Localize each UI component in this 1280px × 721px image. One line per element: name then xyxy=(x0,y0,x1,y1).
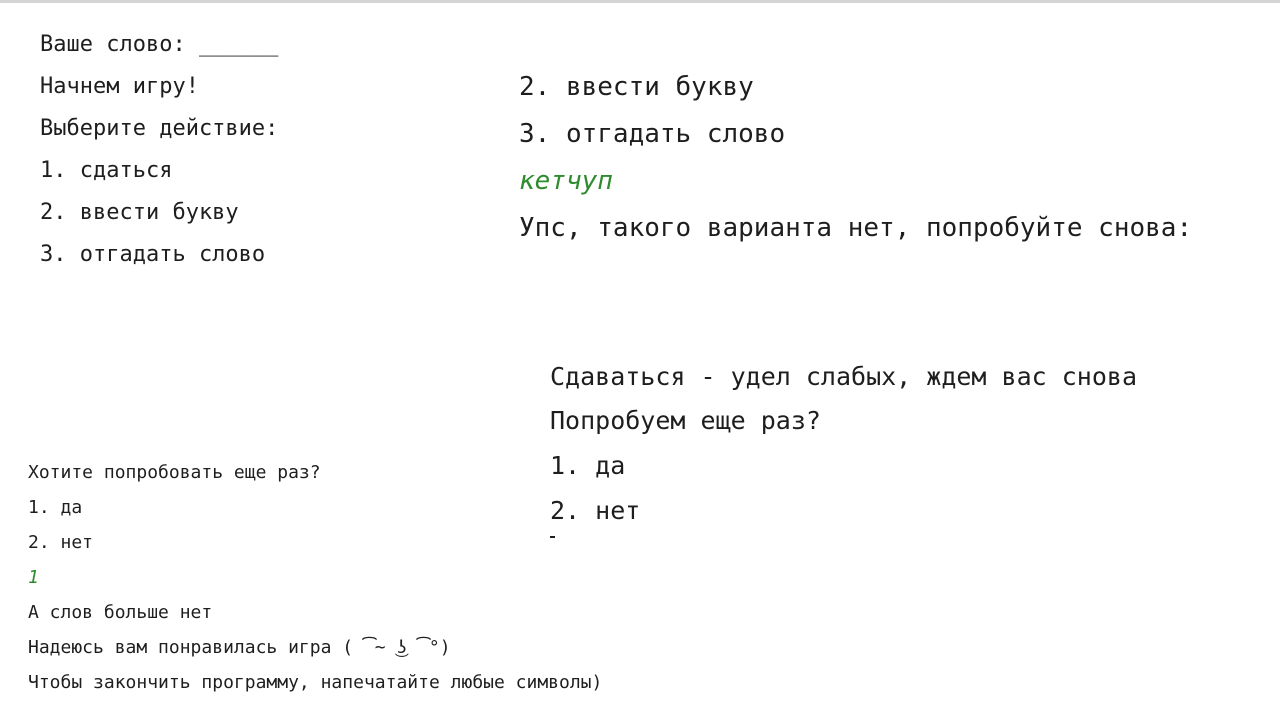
console-line-option-yes: 1. да xyxy=(28,497,83,518)
console-line-give-up-message: Сдаваться - удел слабых, ждем вас снова xyxy=(550,362,1137,391)
console-line-no-words-left: А слов больше нет xyxy=(28,602,213,623)
console-line-option-give-up: 1. сдаться xyxy=(40,158,173,183)
console-user-input: 1 xyxy=(28,567,39,588)
console-line-exit-instruction: Чтобы закончить программу, напечатайте л… xyxy=(28,672,603,693)
console-line-error: Упс, такого варианта нет, попробуйте сно… xyxy=(519,213,1193,243)
console-line-choose-action: Выберите действие: xyxy=(40,116,279,141)
console-line-option-enter-letter: 2. ввести букву xyxy=(40,200,239,225)
top-divider xyxy=(0,0,1280,3)
console-output-game-start: Ваше слово: ______ Начнем игру! Выберите… xyxy=(40,30,480,280)
console-line-option-guess-word: 3. отгадать слово xyxy=(40,242,266,267)
console-output-invalid-choice: 2. ввести букву 3. отгадать слово кетчуп… xyxy=(519,70,1259,250)
console-line-word-mask: Ваше слово: ______ xyxy=(40,32,279,57)
console-line-option-no: 2. нет xyxy=(28,532,94,553)
console-line-retry-question: Попробуем еще раз? xyxy=(550,406,821,435)
console-output-game-end: Хотите попробовать еще раз? 1. да 2. нет… xyxy=(28,460,728,700)
console-line-retry-question: Хотите попробовать еще раз? xyxy=(28,462,321,483)
console-line-option-guess-word: 3. отгадать слово xyxy=(519,119,786,149)
console-line-hope-you-liked: Надеюсь вам понравилась игра ( ͡~ ͜ʖ ͡°) xyxy=(28,637,451,658)
console-user-input: кетчуп xyxy=(519,166,613,196)
console-line-start: Начнем игру! xyxy=(40,74,199,99)
console-line-option-enter-letter: 2. ввести букву xyxy=(519,72,754,102)
